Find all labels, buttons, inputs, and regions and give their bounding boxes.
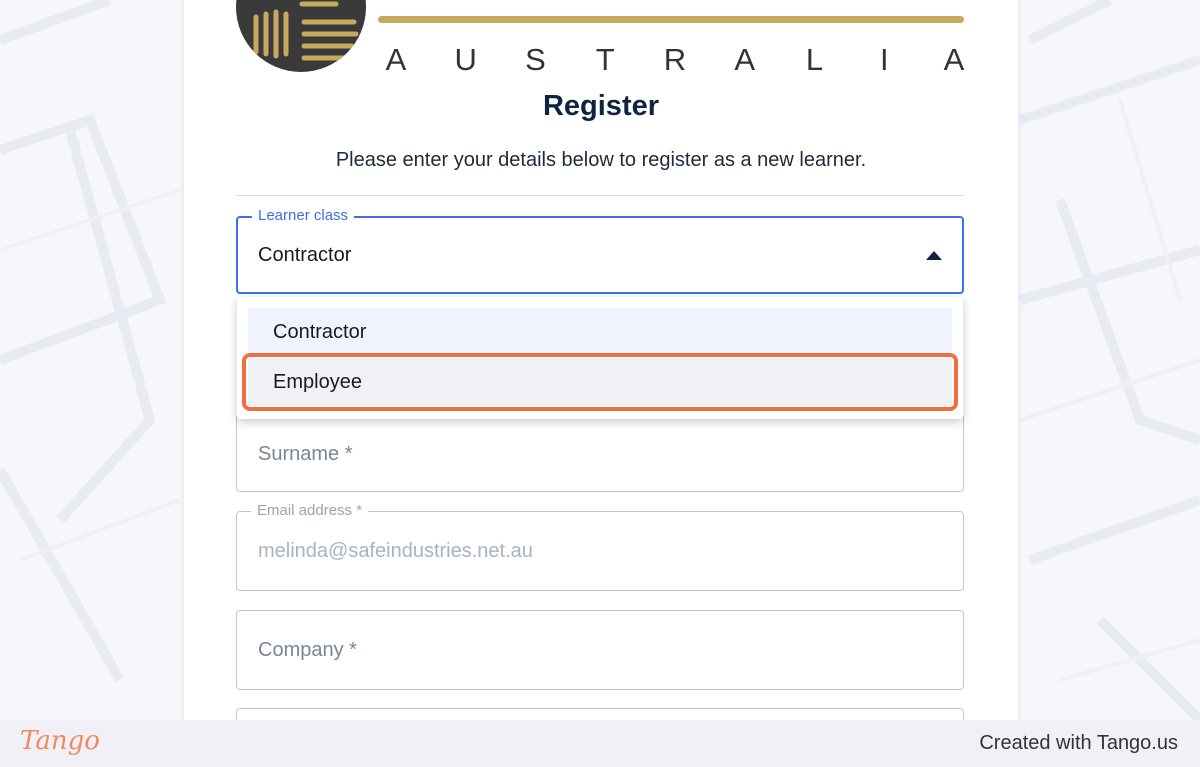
wordmark-letter: A <box>385 42 407 77</box>
surname-placeholder: Surname * <box>258 443 353 465</box>
wordmark-letter: I <box>879 42 889 77</box>
email-field[interactable]: Email address * melinda@safeindustries.n… <box>236 502 964 591</box>
wordmark-letter: S <box>525 42 546 77</box>
company-placeholder: Company * <box>258 639 357 661</box>
wordmark-letter: A <box>734 42 756 77</box>
caret-up-icon[interactable] <box>926 251 942 260</box>
company-field[interactable]: Company * <box>236 610 964 690</box>
learner-class-value: Contractor <box>258 244 352 266</box>
email-value: melinda@safeindustries.net.au <box>258 540 533 562</box>
wordmark-letter: T <box>595 42 615 77</box>
brand-gold-bar <box>378 16 964 23</box>
wordmark-letter: A <box>943 42 965 77</box>
page-title: Register <box>542 90 660 122</box>
learner-class-label: Learner class <box>252 207 355 224</box>
learner-class-select[interactable]: Learner class Contractor <box>236 207 964 294</box>
wordmark-letter: U <box>454 42 477 77</box>
page-subtitle: Please enter your details below to regis… <box>335 149 867 171</box>
wordmark-letter: R <box>663 42 687 77</box>
created-with-text[interactable]: Created with Tango.us <box>979 732 1178 755</box>
email-label: Email address * <box>251 502 369 519</box>
divider <box>236 195 964 196</box>
click-highlight <box>242 353 958 411</box>
brand-wordmark: A U S T R A L I A <box>384 42 966 78</box>
surname-field[interactable]: Surname * <box>236 414 964 492</box>
wordmark-letter: L <box>805 42 824 77</box>
option-contractor[interactable]: Contractor <box>248 308 952 356</box>
tango-footer: Tango Created with Tango.us <box>0 720 1200 767</box>
tango-logo[interactable]: Tango <box>20 726 100 756</box>
